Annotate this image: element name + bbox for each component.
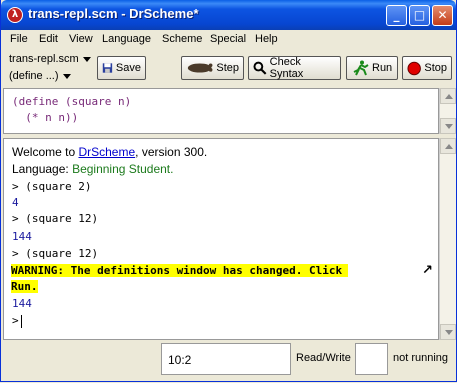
run-status: not running bbox=[393, 352, 449, 364]
language-value: Beginning Student. bbox=[72, 162, 174, 176]
warning-message: WARNING: The definitions window has chan… bbox=[11, 264, 349, 277]
save-button[interactable]: Save bbox=[97, 56, 146, 80]
define-select[interactable]: (define ...) bbox=[9, 70, 71, 82]
chevron-down-icon bbox=[82, 56, 91, 62]
check-syntax-button-label: Check Syntax bbox=[269, 56, 304, 80]
warning-message-continued: Run. bbox=[11, 280, 38, 293]
menu-language[interactable]: Language bbox=[102, 33, 151, 45]
repl-input-line: > (square 12) bbox=[12, 212, 99, 225]
check-syntax-button[interactable]: Check Syntax bbox=[248, 56, 341, 80]
repl-input-line: > (square 2) bbox=[12, 180, 92, 193]
definitions-line: (* n n)) bbox=[12, 111, 79, 124]
menu-special[interactable]: Special bbox=[210, 33, 246, 45]
interactions-scrollbar[interactable] bbox=[439, 138, 456, 340]
minimize-button[interactable]: _ bbox=[386, 5, 407, 26]
language-prefix: Language: bbox=[12, 162, 73, 176]
run-button-label: Run bbox=[372, 62, 393, 74]
stop-icon bbox=[407, 61, 421, 75]
scroll-down-arrow-icon[interactable] bbox=[440, 324, 456, 340]
maximize-button[interactable]: □ bbox=[409, 5, 430, 26]
cursor-position: 10:2 bbox=[161, 343, 291, 375]
menu-help[interactable]: Help bbox=[255, 33, 278, 45]
window-title: trans-repl.scm - DrScheme* bbox=[28, 6, 199, 21]
stop-button[interactable]: Stop bbox=[402, 56, 452, 80]
text-cursor bbox=[20, 314, 22, 328]
scroll-up-arrow-icon[interactable] bbox=[440, 138, 456, 154]
runner-icon bbox=[353, 60, 369, 76]
repl-prompt[interactable]: > bbox=[12, 314, 22, 328]
chevron-down-icon bbox=[62, 73, 71, 79]
repl-output-line: 144 bbox=[12, 230, 32, 243]
prompt-symbol: > bbox=[12, 314, 19, 327]
close-button[interactable]: ✕ bbox=[432, 5, 453, 26]
menu-bar: File Edit View Language Scheme Special H… bbox=[1, 30, 456, 49]
language-line: Language: Beginning Student. bbox=[12, 162, 173, 176]
stop-button-label: Stop bbox=[424, 62, 447, 74]
scroll-down-arrow-icon[interactable] bbox=[440, 118, 456, 134]
mouse-cursor-icon: ↗ bbox=[422, 263, 433, 278]
definitions-line: (define (square n) bbox=[12, 95, 132, 108]
scroll-up-arrow-icon[interactable] bbox=[440, 88, 456, 104]
step-button-label: Step bbox=[216, 62, 239, 74]
repl-output-line: 144 bbox=[12, 297, 32, 310]
floppy-disk-icon bbox=[102, 63, 113, 73]
title-bar[interactable]: λ trans-repl.scm - DrScheme* _ □ ✕ bbox=[1, 0, 456, 30]
drscheme-window: λ trans-repl.scm - DrScheme* _ □ ✕ File … bbox=[0, 0, 457, 382]
gc-indicator bbox=[355, 343, 388, 375]
interactions-window[interactable]: Welcome to DrScheme, version 300. Langua… bbox=[3, 138, 439, 340]
read-write-status: Read/Write bbox=[296, 352, 351, 364]
definitions-window[interactable]: (define (square n) (* n n)) bbox=[3, 88, 439, 134]
menu-edit[interactable]: Edit bbox=[39, 33, 58, 45]
definitions-scrollbar[interactable] bbox=[439, 88, 456, 134]
footprint-icon bbox=[187, 63, 213, 73]
save-button-label: Save bbox=[115, 62, 141, 74]
menu-view[interactable]: View bbox=[69, 33, 93, 45]
drscheme-app-icon: λ bbox=[7, 7, 23, 23]
repl-input-line: > (square 12) bbox=[12, 247, 99, 260]
file-select-label: trans-repl.scm bbox=[9, 53, 79, 65]
welcome-suffix: , version 300. bbox=[135, 145, 208, 159]
welcome-message: Welcome to DrScheme, version 300. bbox=[12, 145, 207, 159]
drscheme-link[interactable]: DrScheme bbox=[78, 145, 135, 159]
welcome-prefix: Welcome to bbox=[12, 145, 79, 159]
define-select-label: (define ...) bbox=[9, 70, 59, 82]
magnifier-icon bbox=[253, 61, 267, 75]
menu-file[interactable]: File bbox=[10, 33, 28, 45]
file-select[interactable]: trans-repl.scm bbox=[9, 53, 91, 65]
status-bar: 10:2 Read/Write not running bbox=[1, 340, 456, 381]
run-button[interactable]: Run bbox=[346, 56, 398, 80]
repl-output-line: 4 bbox=[12, 196, 19, 209]
menu-scheme[interactable]: Scheme bbox=[162, 33, 202, 45]
step-button[interactable]: Step bbox=[181, 56, 244, 80]
